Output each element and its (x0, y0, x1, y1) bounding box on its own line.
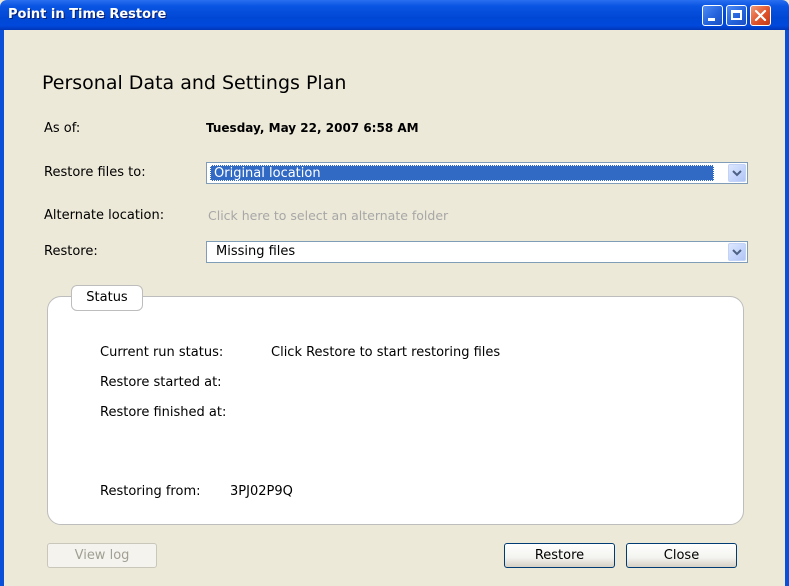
restore-dialog: Point in Time Restore Personal Data and … (0, 0, 789, 586)
restore-type-selected-value: Missing files (216, 244, 296, 259)
chevron-down-icon (732, 249, 742, 256)
maximize-button[interactable] (726, 5, 747, 26)
restore-finished-label: Restore finished at: (100, 405, 227, 420)
alternate-folder-link[interactable]: Click here to select an alternate folder (208, 208, 448, 223)
restore-started-label: Restore started at: (100, 375, 222, 390)
close-icon (751, 6, 770, 25)
window-border (785, 30, 789, 586)
as-of-value: Tuesday, May 22, 2007 6:58 AM (206, 121, 419, 135)
restore-label: Restore: (44, 244, 98, 259)
minimize-button[interactable] (702, 5, 723, 26)
dropdown-button[interactable] (728, 164, 746, 182)
restore-type-select[interactable]: Missing files (206, 241, 748, 263)
restoring-from-value: 3PJ02P9Q (230, 484, 293, 499)
title-bar[interactable]: Point in Time Restore (0, 0, 789, 30)
restore-to-select[interactable]: Original location (206, 162, 748, 184)
view-log-button[interactable]: View log (47, 543, 157, 568)
close-button[interactable]: Close (626, 543, 737, 568)
status-group-title: Status (71, 285, 143, 311)
restore-button[interactable]: Restore (504, 543, 615, 568)
window-border (0, 30, 4, 586)
close-window-button[interactable] (750, 5, 771, 26)
chevron-down-icon (732, 170, 742, 177)
current-run-status-label: Current run status: (100, 345, 224, 360)
plan-heading: Personal Data and Settings Plan (42, 72, 347, 94)
as-of-label: As of: (44, 121, 81, 136)
restore-to-selected-value: Original location (210, 165, 714, 181)
dropdown-button[interactable] (728, 243, 746, 261)
restoring-from-label: Restoring from: (100, 484, 201, 499)
current-run-status-value: Click Restore to start restoring files (271, 345, 501, 360)
minimize-icon (708, 18, 715, 21)
alternate-location-label: Alternate location: (44, 208, 165, 223)
restore-to-label: Restore files to: (44, 165, 146, 180)
maximize-icon (731, 10, 742, 20)
window-title: Point in Time Restore (8, 7, 167, 22)
